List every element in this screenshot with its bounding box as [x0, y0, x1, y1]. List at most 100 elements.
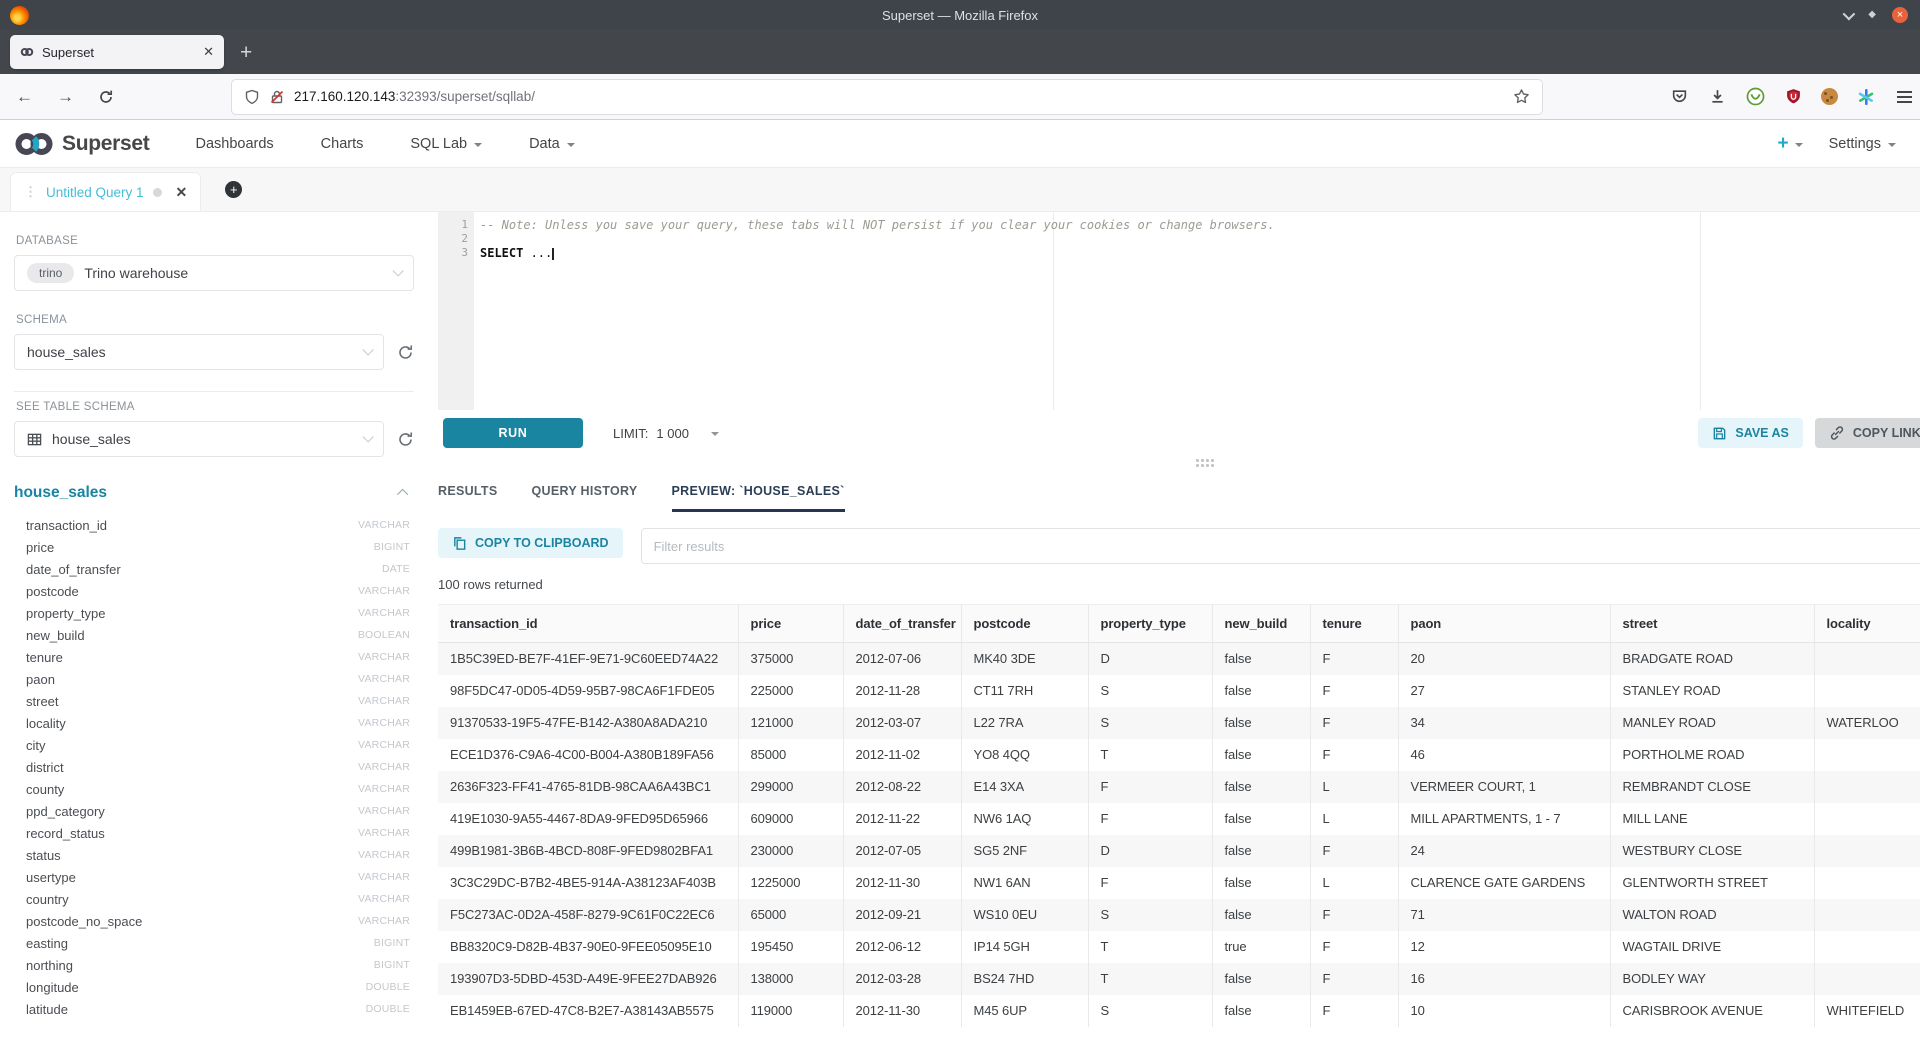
window-minimize-icon[interactable] — [1843, 7, 1856, 20]
privacy-mask-icon[interactable] — [1745, 87, 1765, 107]
schema-column-row[interactable]: longitudeDOUBLE — [14, 976, 414, 998]
table-cell: 27 — [1398, 675, 1610, 707]
schema-column-row[interactable]: property_typeVARCHAR — [14, 602, 414, 624]
pane-resize-handle-icon[interactable] — [1196, 459, 1216, 469]
schema-column-row[interactable]: countyVARCHAR — [14, 778, 414, 800]
editor-code-area[interactable]: -- Note: Unless you save your query, the… — [474, 212, 1920, 410]
bookmark-star-icon[interactable] — [1513, 88, 1530, 105]
schema-column-name: district — [26, 760, 64, 775]
save-as-button[interactable]: SAVE AS — [1698, 418, 1803, 448]
nav-item-charts[interactable]: Charts — [321, 136, 364, 152]
schema-column-type: VARCHAR — [358, 805, 410, 817]
table-select[interactable]: house_sales — [14, 421, 384, 457]
results-tab-results[interactable]: RESULTS — [438, 470, 498, 512]
nav-item-data[interactable]: Data — [529, 136, 575, 152]
table-header-row: transaction_idpricedate_of_transferpostc… — [438, 605, 1920, 643]
window-titlebar: Superset — Mozilla Firefox ◆ × — [0, 0, 1920, 30]
column-header-date-of-transfer[interactable]: date_of_transfer — [843, 605, 961, 643]
chevron-down-icon — [1888, 143, 1896, 147]
pane-resize-row — [438, 456, 1920, 470]
download-icon[interactable] — [1707, 87, 1727, 107]
forward-icon[interactable]: → — [57, 88, 74, 105]
nav-item-sql-lab[interactable]: SQL Lab — [410, 136, 482, 152]
schema-column-row[interactable]: transaction_idVARCHAR — [14, 514, 414, 536]
schema-column-row[interactable]: tenureVARCHAR — [14, 646, 414, 668]
cookie-icon[interactable] — [1821, 88, 1838, 105]
column-header-tenure[interactable]: tenure — [1310, 605, 1398, 643]
column-header-postcode[interactable]: postcode — [961, 605, 1088, 643]
copy-link-button[interactable]: COPY LINK — [1815, 418, 1920, 448]
pocket-icon[interactable] — [1669, 87, 1689, 107]
back-icon[interactable]: ← — [16, 88, 33, 105]
schema-column-row[interactable]: postcode_no_spaceVARCHAR — [14, 910, 414, 932]
schema-column-row[interactable]: eastingBIGINT — [14, 932, 414, 954]
column-header-price[interactable]: price — [738, 605, 843, 643]
schema-column-type: VARCHAR — [358, 761, 410, 773]
browser-tab-close-icon[interactable]: ✕ — [203, 44, 214, 60]
query-tab-active[interactable]: ⋮ Untitled Query 1 ✕ — [10, 172, 201, 211]
save-icon — [1712, 426, 1727, 441]
filter-results-input[interactable] — [641, 528, 1920, 564]
run-button[interactable]: RUN — [443, 418, 583, 448]
url-bar[interactable]: 217.160.120.143:32393/superset/sqllab/ — [232, 80, 1542, 114]
refresh-schemas-icon[interactable] — [397, 344, 414, 361]
column-header-property-type[interactable]: property_type — [1088, 605, 1212, 643]
nav-item-dashboards[interactable]: Dashboards — [195, 136, 273, 152]
table-cell: 499B1981-3B6B-4BCD-808F-9FED9802BFA1 — [438, 835, 738, 867]
browser-tab[interactable]: Superset ✕ — [10, 35, 224, 69]
column-header-transaction-id[interactable]: transaction_id — [438, 605, 738, 643]
schema-column-row[interactable]: countryVARCHAR — [14, 888, 414, 910]
table-cell: 609000 — [738, 803, 843, 835]
table-cell: BB8320C9-D82B-4B37-90E0-9FEE05095E10 — [438, 931, 738, 963]
schema-column-row[interactable]: usertypeVARCHAR — [14, 866, 414, 888]
colorful-asterisk-icon[interactable] — [1856, 87, 1876, 107]
schema-column-row[interactable]: paonVARCHAR — [14, 668, 414, 690]
column-header-new-build[interactable]: new_build — [1212, 605, 1310, 643]
table-cell: D — [1088, 835, 1212, 867]
schema-column-row[interactable]: ppd_categoryVARCHAR — [14, 800, 414, 822]
query-tab-close-icon[interactable]: ✕ — [176, 184, 188, 201]
table-section-header[interactable]: house_sales — [14, 484, 414, 502]
superset-brand[interactable]: Superset — [13, 129, 149, 159]
column-header-street[interactable]: street — [1610, 605, 1814, 643]
sql-editor[interactable]: 1 2 3 -- Note: Unless you save your quer… — [438, 212, 1920, 410]
schema-column-row[interactable]: record_statusVARCHAR — [14, 822, 414, 844]
settings-menu[interactable]: Settings — [1829, 136, 1896, 152]
refresh-tables-icon[interactable] — [397, 431, 414, 448]
window-close-icon[interactable]: × — [1892, 7, 1908, 23]
insecure-lock-icon[interactable] — [269, 89, 285, 105]
schema-column-row[interactable]: district VARCHAR — [14, 756, 414, 778]
limit-dropdown[interactable]: LIMIT: 1 000 — [613, 426, 719, 441]
schema-column-row[interactable]: latitudeDOUBLE — [14, 998, 414, 1020]
drag-handle-icon[interactable]: ⋮ — [24, 184, 37, 200]
schema-column-row[interactable]: new_buildBOOLEAN — [14, 624, 414, 646]
column-header-paon[interactable]: paon — [1398, 605, 1610, 643]
results-tab-preview-house-sales[interactable]: PREVIEW: `HOUSE_SALES` — [672, 470, 845, 512]
window-maximize-icon[interactable]: ◆ — [1868, 10, 1876, 20]
schema-column-row[interactable]: statusVARCHAR — [14, 844, 414, 866]
menu-hamburger-icon[interactable] — [1894, 87, 1914, 107]
new-item-button[interactable]: + — [1777, 134, 1802, 153]
reload-icon[interactable] — [98, 89, 114, 105]
chevron-up-icon[interactable] — [397, 489, 408, 500]
new-browser-tab-button[interactable]: + — [240, 42, 252, 63]
results-tab-query-history[interactable]: QUERY HISTORY — [532, 470, 638, 512]
table-cell: MILL APARTMENTS, 1 - 7 — [1398, 803, 1610, 835]
schema-column-row[interactable]: postcodeVARCHAR — [14, 580, 414, 602]
schema-column-row[interactable]: priceBIGINT — [14, 536, 414, 558]
schema-column-row[interactable]: cityVARCHAR — [14, 734, 414, 756]
tracking-shield-icon[interactable] — [244, 89, 260, 105]
schema-column-row[interactable]: streetVARCHAR — [14, 690, 414, 712]
schema-column-row[interactable]: localityVARCHAR — [14, 712, 414, 734]
nav-item-label: SQL Lab — [410, 136, 467, 152]
database-select[interactable]: trino Trino warehouse — [14, 255, 414, 291]
schema-select[interactable]: house_sales — [14, 334, 384, 370]
schema-column-row[interactable]: northingBIGINT — [14, 954, 414, 976]
nav-item-label: Charts — [321, 136, 364, 152]
column-header-locality[interactable]: locality — [1814, 605, 1920, 643]
schema-column-row[interactable]: date_of_transferDATE — [14, 558, 414, 580]
add-query-tab-button[interactable]: + — [225, 181, 242, 198]
ublock-shield-icon[interactable] — [1783, 87, 1803, 107]
copy-to-clipboard-button[interactable]: COPY TO CLIPBOARD — [438, 528, 623, 558]
superset-logo-icon — [13, 129, 55, 159]
